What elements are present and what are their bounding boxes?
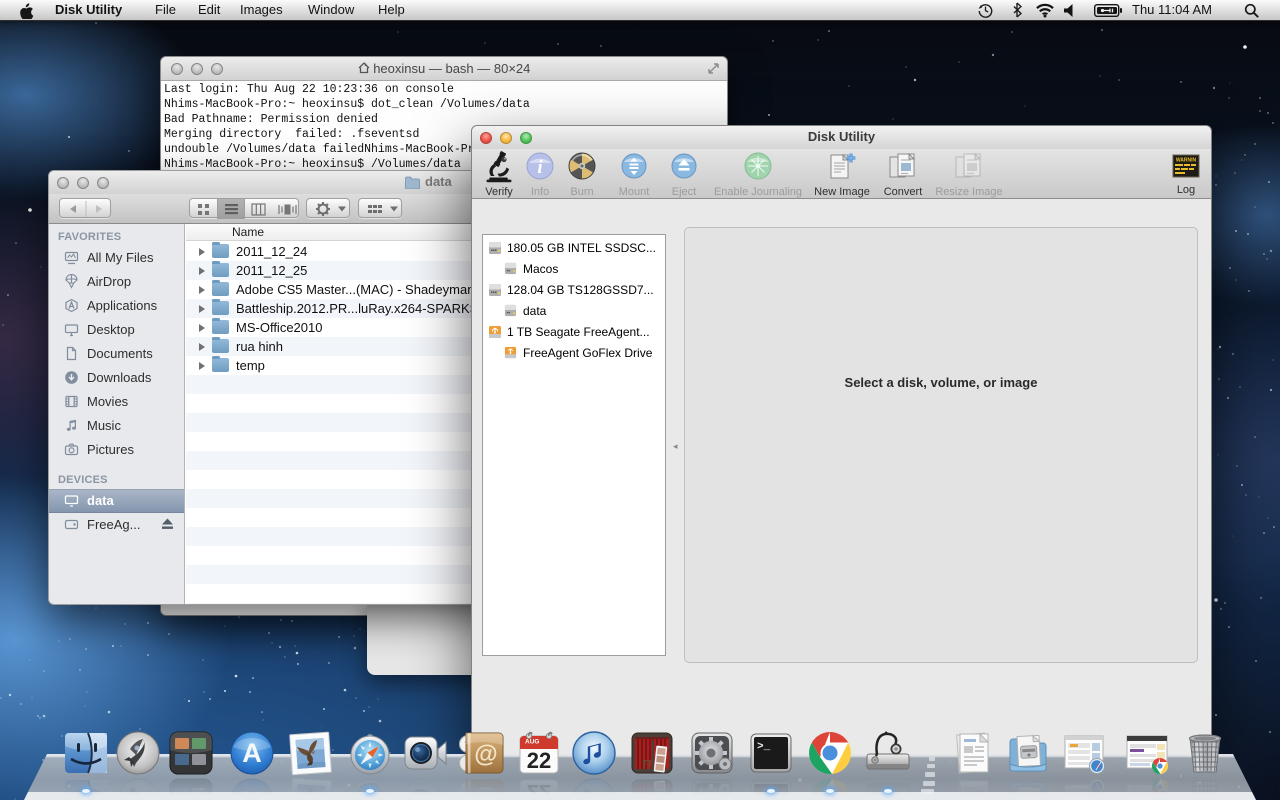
- svg-text:@: @: [474, 741, 497, 768]
- svg-text:22: 22: [527, 748, 551, 773]
- svg-text:>_: >_: [757, 741, 771, 753]
- svg-text:AUG: AUG: [525, 739, 539, 746]
- svg-text:WARNIN: WARNIN: [1176, 158, 1197, 164]
